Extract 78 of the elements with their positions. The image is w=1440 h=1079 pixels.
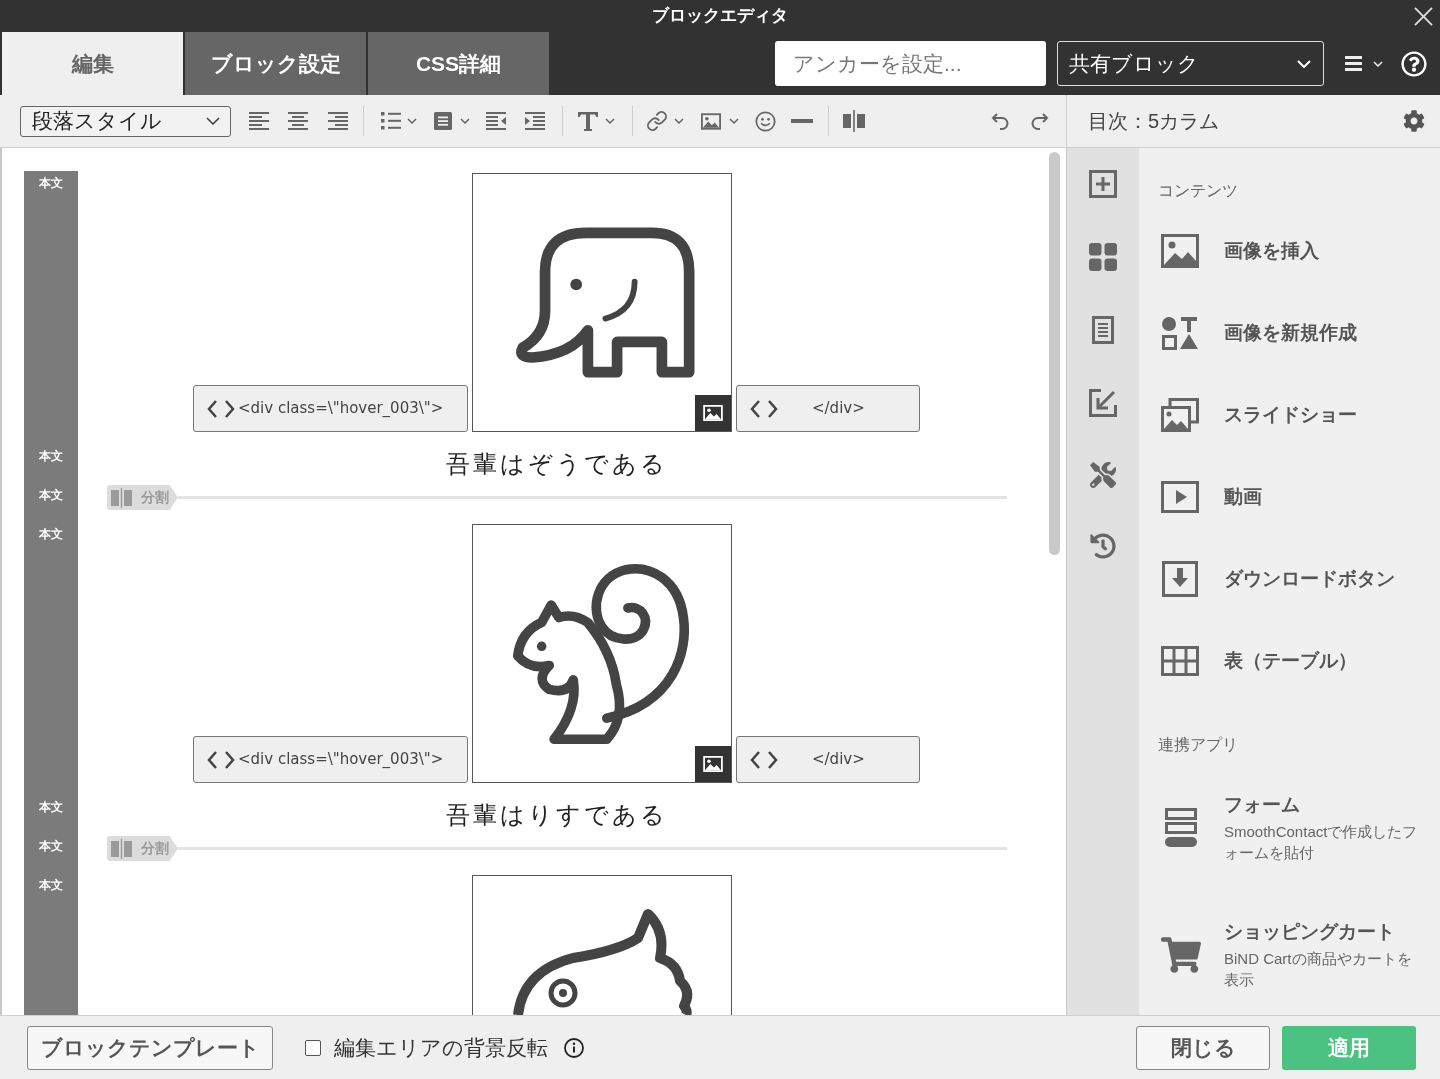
- cart-icon[interactable]: [1161, 937, 1201, 973]
- section-heading: コンテンツ: [1158, 181, 1239, 201]
- insert-item[interactable]: スライドショー: [1158, 374, 1357, 456]
- window-title: ブロックエディタ: [652, 6, 788, 26]
- menu-icon[interactable]: [1345, 56, 1362, 71]
- insert-item[interactable]: ダウンロードボタン: [1158, 538, 1395, 620]
- import-icon[interactable]: [1089, 389, 1117, 417]
- caption-text: 吾輩はぞうである: [445, 448, 668, 479]
- code-icon[interactable]: [750, 749, 778, 770]
- tab[interactable]: 編集: [2, 32, 183, 95]
- list-icon[interactable]: [381, 112, 401, 130]
- code-icon[interactable]: [207, 398, 235, 419]
- code-icon[interactable]: [750, 398, 778, 419]
- checkbox[interactable]: [305, 1039, 321, 1056]
- tools-icon[interactable]: [1090, 462, 1116, 488]
- tab[interactable]: CSS詳細: [368, 32, 549, 95]
- paragraph-style-select[interactable]: 段落スタイル: [20, 105, 231, 137]
- shared-block-select[interactable]: 共有ブロック: [1057, 41, 1324, 86]
- block-label: 本文: [39, 879, 63, 891]
- insert-item[interactable]: 動画: [1158, 456, 1262, 538]
- checkbox-label: 編集エリアの背景反転: [334, 1034, 548, 1061]
- panel-title: 目次：5カラム: [1088, 109, 1220, 134]
- block-label: 本文: [39, 840, 63, 852]
- insert-item[interactable]: 表（テーブル）: [1158, 620, 1357, 702]
- align-center-icon[interactable]: [288, 112, 308, 130]
- emoji-icon[interactable]: [755, 110, 776, 132]
- caret-icon[interactable]: [206, 117, 220, 125]
- fish-icon: [511, 907, 693, 1015]
- settings-icon[interactable]: [1403, 110, 1425, 132]
- insert-item[interactable]: 画像を挿入: [1158, 210, 1319, 292]
- scrollbar-thumb[interactable]: [1049, 152, 1060, 555]
- document-icon[interactable]: [1092, 316, 1114, 344]
- html-tag-block[interactable]: </div>: [736, 736, 920, 783]
- app-description: BiND Cartの商品やカートを表示: [1224, 949, 1413, 990]
- grid-icon[interactable]: [1089, 243, 1117, 271]
- block-label: 本文: [39, 177, 63, 189]
- text-style-icon[interactable]: [578, 111, 598, 131]
- table-icon[interactable]: [1161, 646, 1199, 676]
- history-icon[interactable]: [1090, 533, 1116, 559]
- slideshow-icon[interactable]: [1161, 398, 1199, 432]
- link-icon[interactable]: [647, 111, 667, 131]
- block-label: 本文: [39, 489, 63, 501]
- template-button[interactable]: ブロックテンプレート: [27, 1025, 273, 1070]
- info-icon[interactable]: [564, 1037, 584, 1058]
- image-button[interactable]: [695, 395, 731, 431]
- insert-item[interactable]: 画像を新規作成: [1158, 292, 1357, 374]
- tab[interactable]: ブロック設定: [185, 32, 366, 95]
- html-tag-block[interactable]: <div class=\"hover_003\">: [193, 385, 468, 432]
- html-tag-block[interactable]: </div>: [736, 385, 920, 432]
- add-icon[interactable]: [1089, 170, 1117, 198]
- close-icon[interactable]: [1414, 6, 1433, 26]
- undo-icon[interactable]: [990, 111, 1010, 131]
- help-icon[interactable]: [1401, 50, 1427, 77]
- redo-icon[interactable]: [1030, 111, 1050, 131]
- indent-icon[interactable]: [525, 112, 545, 130]
- code-icon[interactable]: [207, 749, 235, 770]
- align-right-icon[interactable]: [328, 112, 348, 130]
- app-description: SmoothContactで作成したフォームを貼付: [1224, 822, 1419, 863]
- align-left-icon[interactable]: [249, 112, 269, 130]
- insert-image-icon[interactable]: [701, 112, 721, 130]
- section-heading: 連携アプリ: [1158, 735, 1239, 755]
- video-icon[interactable]: [1161, 481, 1199, 513]
- shapes-icon[interactable]: [1161, 316, 1199, 350]
- form-icon[interactable]: [1165, 808, 1197, 848]
- block-label: 本文: [39, 801, 63, 813]
- block-icon[interactable]: [434, 112, 452, 130]
- image-button[interactable]: [695, 746, 731, 782]
- outdent-icon[interactable]: [486, 112, 506, 130]
- html-tag-block[interactable]: <div class=\"hover_003\">: [193, 736, 468, 783]
- app-title[interactable]: ショッピングカート: [1224, 920, 1424, 944]
- close-button[interactable]: 閉じる: [1136, 1025, 1270, 1070]
- app-title[interactable]: フォーム: [1224, 793, 1424, 817]
- split-columns-icon[interactable]: [843, 110, 865, 132]
- anchor-field[interactable]: アンカーを設定...: [775, 41, 1046, 86]
- caption-text: 吾輩はりすである: [445, 799, 668, 830]
- download-icon[interactable]: [1162, 561, 1198, 597]
- block-label: 本文: [39, 528, 63, 540]
- block-label: 本文: [39, 450, 63, 462]
